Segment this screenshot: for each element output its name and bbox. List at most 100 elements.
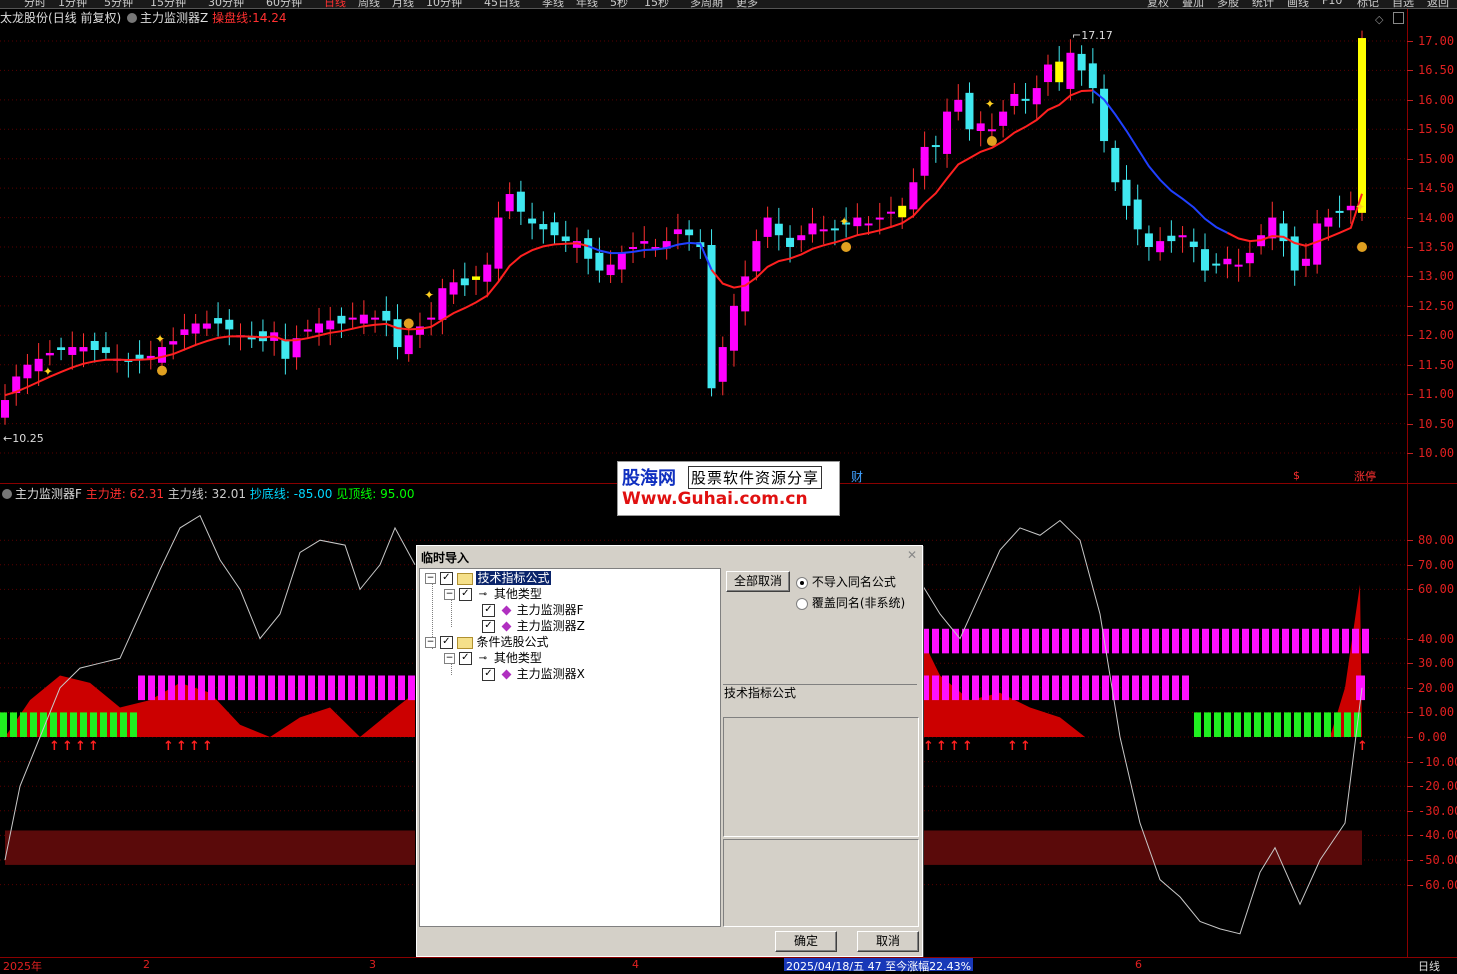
- dialog-titlebar[interactable]: 临时导入 ✕: [417, 546, 922, 566]
- bottom-band: [5, 830, 415, 865]
- toolbar-item[interactable]: 自选: [1392, 0, 1414, 8]
- green-bar: [130, 712, 137, 737]
- menu-item[interactable]: 年线: [576, 0, 598, 8]
- magenta-bar: [1062, 628, 1069, 654]
- deselect-all-button[interactable]: 全部取消: [726, 571, 790, 592]
- green-bar: [1344, 712, 1351, 737]
- butterfly-icon: ✦: [155, 332, 165, 346]
- magenta-bar: [208, 675, 215, 701]
- candlestick-chart[interactable]: ✦ ✦ ✦ ✦ ✦ ✦: [0, 27, 1407, 482]
- candle-body: [315, 323, 324, 333]
- checkbox[interactable]: ✓: [458, 588, 472, 601]
- dollar-mark[interactable]: $: [1293, 469, 1300, 482]
- collapse-icon[interactable]: −: [425, 573, 436, 584]
- tree-node-formula-z[interactable]: ✓ 主力监测器Z: [482, 618, 585, 634]
- candle-body: [1066, 52, 1075, 89]
- magenta-bar: [1142, 628, 1149, 654]
- tree-node-other-type[interactable]: − ✓ ⊸ 其他类型: [444, 586, 542, 602]
- magenta-bar: [1102, 675, 1109, 701]
- green-bar: [50, 712, 57, 737]
- candle-body: [404, 335, 413, 355]
- magenta-bar: [168, 675, 175, 701]
- toolbar-item[interactable]: 统计: [1252, 0, 1274, 8]
- menu-item[interactable]: 日线: [324, 0, 346, 8]
- menu-item[interactable]: 30分钟: [208, 0, 244, 8]
- menu-item[interactable]: 1分钟: [58, 0, 87, 8]
- toolbar-item[interactable]: 叠加: [1182, 0, 1204, 8]
- tree-node-tech-formula[interactable]: − ✓ 技术指标公式: [425, 570, 551, 586]
- menu-item[interactable]: 周线: [358, 0, 380, 8]
- toolbar-item[interactable]: 多股: [1217, 0, 1239, 8]
- indicator-toggle-icon[interactable]: [127, 13, 138, 23]
- checkbox[interactable]: ✓: [482, 620, 495, 633]
- radio-button[interactable]: [796, 597, 808, 610]
- magenta-bar: [188, 675, 195, 701]
- collapse-icon[interactable]: −: [425, 637, 436, 648]
- menu-item[interactable]: 多周期: [690, 0, 723, 8]
- menu-item[interactable]: 更多: [736, 0, 758, 8]
- candle-body: [23, 364, 32, 379]
- magenta-bar: [1062, 675, 1069, 701]
- magenta-bar: [1182, 675, 1189, 701]
- menu-item[interactable]: 分时: [24, 0, 46, 8]
- tree-node-formula-f[interactable]: ✓ 主力监测器F: [482, 602, 584, 618]
- tree-node-screen-formula[interactable]: − ✓ 条件选股公式: [425, 634, 549, 650]
- finance-mark[interactable]: 财: [851, 468, 863, 485]
- y-tick-label: 10.00: [1418, 446, 1455, 460]
- green-bar: [60, 712, 67, 737]
- sub-indicator-toggle-icon[interactable]: [2, 489, 12, 499]
- magenta-bar: [952, 675, 959, 701]
- candle-body: [371, 317, 380, 320]
- toolbar-item[interactable]: 返回: [1427, 0, 1449, 8]
- sub-indicator-name[interactable]: 主力监测器F: [15, 487, 82, 501]
- toolbar-item[interactable]: 画线: [1287, 0, 1309, 8]
- checkbox[interactable]: ✓: [482, 604, 495, 617]
- cancel-button[interactable]: 取消: [857, 931, 919, 952]
- radio-skip[interactable]: 不导入同名公式: [796, 573, 896, 590]
- menu-item[interactable]: 10分钟: [426, 0, 462, 8]
- limit-up-mark[interactable]: 涨停: [1354, 468, 1376, 484]
- menu-item[interactable]: 5秒: [610, 0, 628, 8]
- chart-options-icon[interactable]: ◇: [1375, 13, 1383, 26]
- checkbox[interactable]: ✓: [439, 636, 453, 649]
- cursor-status: 2025/04/18/五 47 至今涨幅22.43%: [784, 958, 974, 973]
- candle-body: [34, 358, 43, 372]
- menu-item[interactable]: 5分钟: [104, 0, 133, 8]
- green-bar: [90, 712, 97, 737]
- menu-item[interactable]: 15秒: [644, 0, 669, 8]
- checkbox[interactable]: ✓: [482, 668, 495, 681]
- magenta-bar: [1072, 675, 1079, 701]
- checkbox[interactable]: ✓: [439, 572, 453, 585]
- collapse-icon[interactable]: −: [444, 589, 455, 600]
- menu-item[interactable]: 45日线: [484, 0, 520, 8]
- toolbar-item[interactable]: 复权: [1147, 0, 1169, 8]
- maximize-icon[interactable]: [1393, 12, 1404, 24]
- tree-node-formula-x[interactable]: ✓ 主力监测器X: [482, 666, 585, 682]
- main-indicator-name[interactable]: 主力监测器Z: [140, 11, 208, 25]
- y-tick-label: -40.00: [1418, 828, 1457, 843]
- menu-item[interactable]: 60分钟: [266, 0, 302, 8]
- menu-item[interactable]: 季线: [542, 0, 564, 8]
- candle-body: [954, 99, 963, 112]
- period-tab[interactable]: 日线: [1418, 958, 1440, 974]
- candle-body: [1200, 249, 1209, 271]
- ok-button[interactable]: 确定: [775, 931, 837, 952]
- checkbox[interactable]: ✓: [458, 652, 472, 665]
- radio-button[interactable]: [796, 576, 808, 589]
- menu-item[interactable]: 月线: [392, 0, 414, 8]
- toolbar-item[interactable]: 标记: [1357, 0, 1379, 8]
- toolbar-item[interactable]: F10: [1322, 0, 1342, 7]
- close-icon[interactable]: ✕: [905, 549, 919, 563]
- candle-body: [1077, 53, 1086, 71]
- magenta-bar: [148, 675, 155, 701]
- collapse-icon[interactable]: −: [444, 653, 455, 664]
- radio-overwrite[interactable]: 覆盖同名(非系统): [796, 594, 905, 611]
- y-tick-label: -30.00: [1418, 803, 1457, 818]
- y-tick: [1407, 564, 1413, 566]
- magenta-bar: [1012, 628, 1019, 654]
- menu-item[interactable]: 15分钟: [150, 0, 186, 8]
- butterfly-icon: ✦: [43, 365, 53, 379]
- magenta-bar: [1152, 628, 1159, 654]
- tree-node-other-type-2[interactable]: − ✓ ⊸ 其他类型: [444, 650, 542, 666]
- y-tick-label: 0.00: [1418, 730, 1447, 744]
